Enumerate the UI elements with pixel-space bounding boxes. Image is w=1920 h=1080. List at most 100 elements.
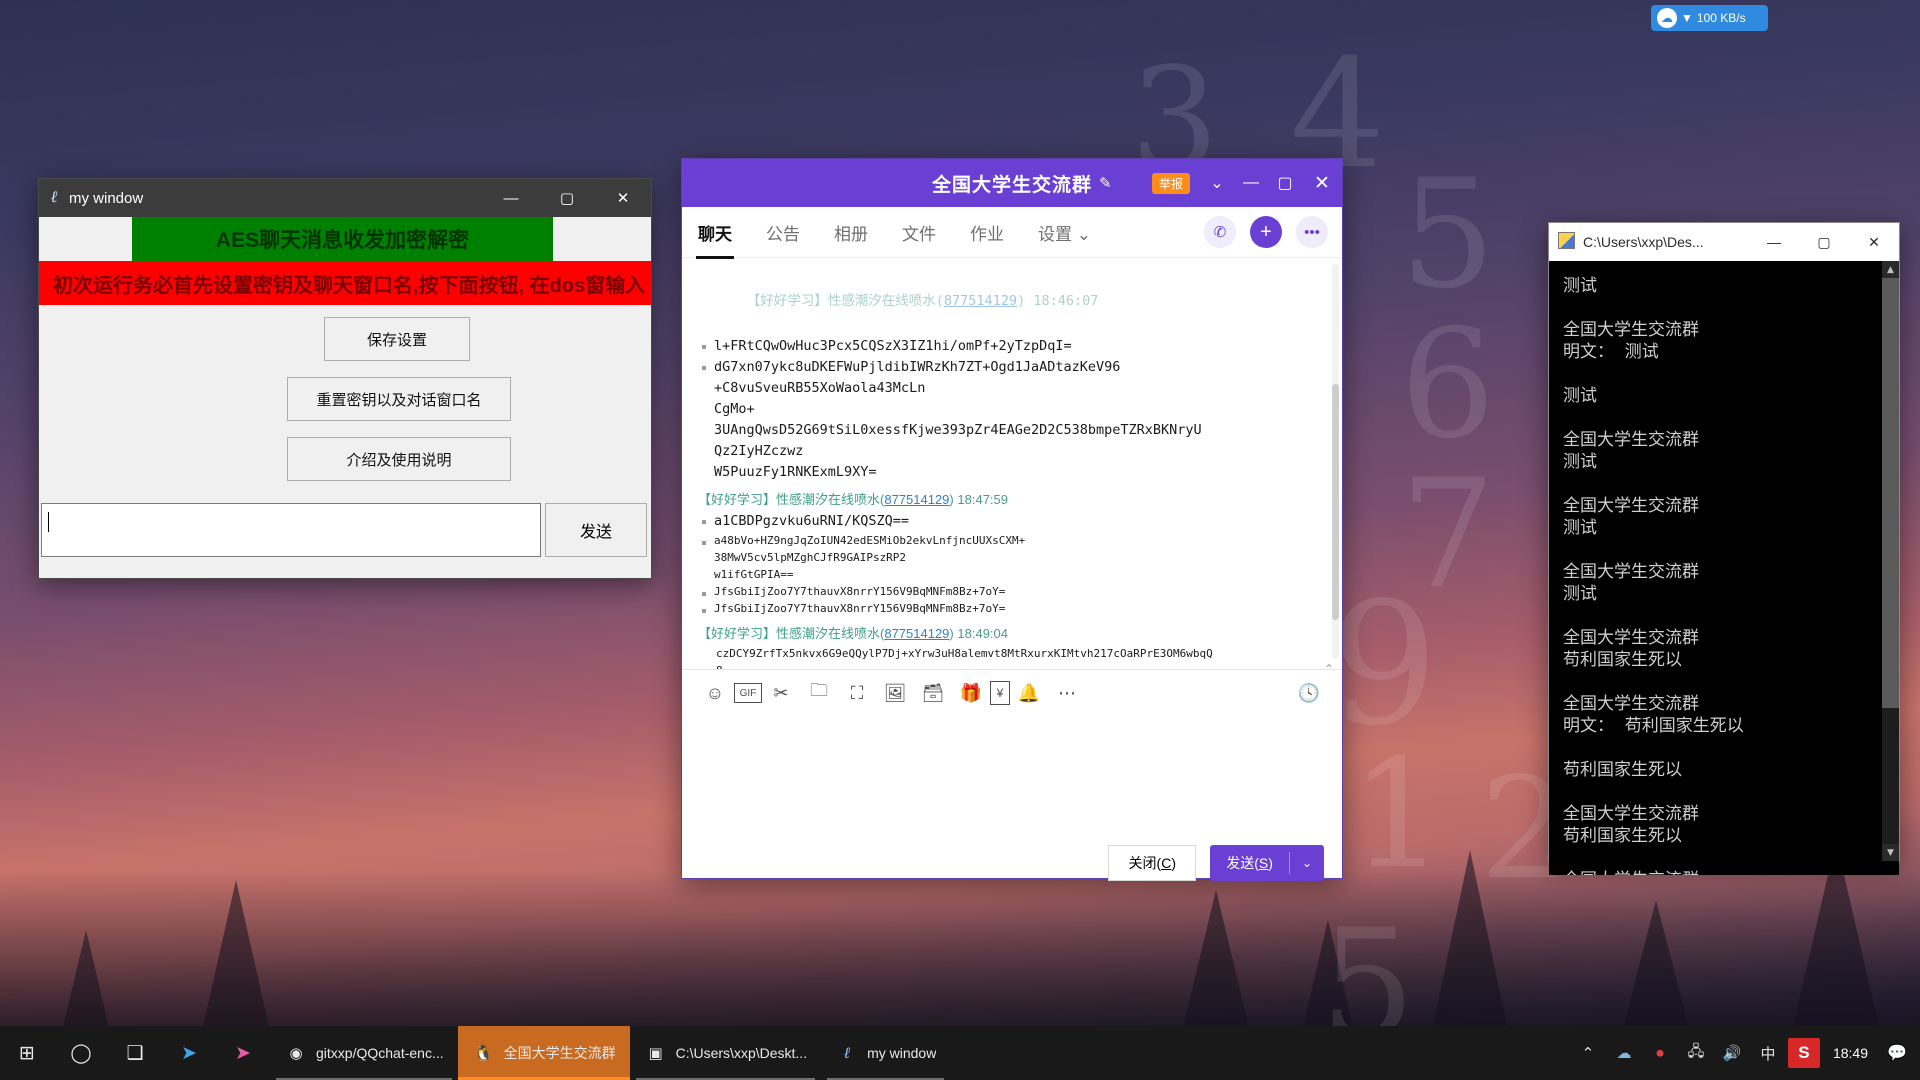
tab-settings[interactable]: 设置 ⌄ xyxy=(1036,210,1093,255)
warning-banner: 初次运行务必首先设置密钥及聊天窗口名,按下面按钮, 在dos窗输入 xyxy=(39,261,651,305)
taskbar-item-label: C:\Users\xxp\Deskt... xyxy=(675,1045,808,1061)
telegram-icon[interactable]: ➤ xyxy=(162,1026,216,1080)
sogou-icon[interactable]: S xyxy=(1787,1026,1821,1080)
close-chat-button[interactable]: 关闭(C) xyxy=(1108,845,1197,881)
tab-homework[interactable]: 作业 xyxy=(968,210,1006,255)
pencil-icon[interactable]: ✎ xyxy=(1099,174,1112,192)
save-settings-button[interactable]: 保存设置 xyxy=(324,317,470,361)
console-window[interactable]: C:\Users\xxp\Des... — ▢ ✕ 测试 全国大学生交流群 明文… xyxy=(1548,222,1900,875)
task-view-icon[interactable]: ❑ xyxy=(108,1026,162,1080)
network-icon[interactable]: 🖧 xyxy=(1679,1026,1713,1080)
qq-splitter[interactable]: ⌃ xyxy=(682,662,1342,676)
console-scrollbar[interactable]: ▲ ▼ xyxy=(1882,261,1899,861)
speed-arrow-icon: ▼ xyxy=(1681,11,1693,25)
console-line: 测试 xyxy=(1563,452,1597,472)
console-line: 苟利国家生死以 xyxy=(1563,826,1682,846)
network-speed-widget[interactable]: ☁ ▼ 100 KB/s xyxy=(1651,5,1768,31)
console-titlebar[interactable]: C:\Users\xxp\Des... — ▢ ✕ xyxy=(1549,223,1899,261)
maximize-button[interactable]: ▢ xyxy=(1799,223,1849,261)
screenshot-icon[interactable]: ⛶ xyxy=(838,674,876,712)
taskbar-item-qq-group[interactable]: 🐧 全国大学生交流群 xyxy=(457,1026,630,1080)
my-window[interactable]: ℓ my window — ▢ ✕ AES聊天消息收发加密解密 初次运行务必首先… xyxy=(38,178,652,579)
maximize-button[interactable]: ▢ xyxy=(1268,159,1302,207)
message-input[interactable] xyxy=(41,503,541,557)
qq-titlebar[interactable]: 全国大学生交流群 ✎ 举报 ⌄ — ▢ ✕ xyxy=(682,159,1342,207)
notification-icon[interactable]: 💬 xyxy=(1880,1026,1914,1080)
wallpaper-tree-4 xyxy=(1620,900,1692,1040)
taskbar-item-label: my window xyxy=(867,1045,937,1061)
console-output[interactable]: 测试 全国大学生交流群 明文： 测试 测试 全国大学生交流群 测试 全国大学生交… xyxy=(1549,261,1899,875)
qq-message-input[interactable] xyxy=(682,716,1342,826)
message-uid: 877514129 xyxy=(884,626,950,641)
gif-icon[interactable]: GIF xyxy=(734,683,762,703)
message-header: 【好好学习】性感潮汐在线喷水(877514129) 18:47:59 xyxy=(698,492,1008,507)
tab-chat[interactable]: 聊天 xyxy=(696,210,734,259)
close-button[interactable]: ✕ xyxy=(595,179,651,217)
send-message-button[interactable]: 发送(S) ⌄ xyxy=(1210,845,1324,881)
folder-icon[interactable]: 🗀 xyxy=(800,674,838,712)
scrollbar-thumb[interactable] xyxy=(1882,278,1899,708)
minimize-button[interactable]: — xyxy=(483,179,539,217)
tab-album[interactable]: 相册 xyxy=(832,210,870,255)
message-line: Qz2IyHZczwz xyxy=(714,443,804,459)
reset-key-button[interactable]: 重置密钥以及对话窗口名 xyxy=(287,377,511,421)
system-tray: ⌃ ☁ ⏺ 🖧 🔊 中 S 18:49 💬 xyxy=(1571,1026,1920,1080)
bell-icon[interactable]: 🔔 xyxy=(1010,674,1048,712)
console-line: 全国大学生交流群 xyxy=(1563,694,1699,714)
scissors-icon[interactable]: ✂ xyxy=(762,674,800,712)
qq-group-chat-window[interactable]: 全国大学生交流群 ✎ 举报 ⌄ — ▢ ✕ 聊天 公告 相册 文件 作业 设置 … xyxy=(681,158,1343,881)
wallpaper-tree-6 xyxy=(60,930,112,1040)
help-button[interactable]: 介绍及使用说明 xyxy=(287,437,511,481)
message-line: W5PuuzFy1RNKExmL9XY= xyxy=(714,464,877,480)
qq-input-toolbar: ☺ GIF ✂ 🗀 ⛶ 🖼 🗃 🎁 ¥ 🔔 ⋯ 🕓 xyxy=(682,670,1342,716)
scroll-up-icon[interactable]: ▲ xyxy=(1882,261,1899,278)
chevron-down-icon[interactable]: ⌄ xyxy=(1200,159,1234,207)
my-window-titlebar[interactable]: ℓ my window — ▢ ✕ xyxy=(39,179,651,217)
clock-time: 18:49 xyxy=(1832,1045,1868,1061)
onedrive-icon[interactable]: ☁ xyxy=(1607,1026,1641,1080)
pinned-app-icon[interactable]: ➤ xyxy=(216,1026,270,1080)
volume-icon[interactable]: 🔊 xyxy=(1715,1026,1749,1080)
message-line: w1ifGtGPIA== xyxy=(714,568,794,581)
close-button[interactable]: ✕ xyxy=(1302,159,1342,207)
message-line: l+FRtCQwOwHuc3Pcx5CQSzX3IZ1hi/omPf+2yTzp… xyxy=(698,336,1332,357)
report-button[interactable]: 举报 xyxy=(1151,172,1190,194)
taskbar-item-chrome[interactable]: ◉ gitxxp/QQchat-enc... xyxy=(270,1026,458,1080)
phone-icon[interactable]: ✆ xyxy=(1204,216,1236,248)
message-scrollbar[interactable] xyxy=(1332,264,1339,659)
more-tools-icon[interactable]: ⋯ xyxy=(1048,674,1086,712)
tab-announcement[interactable]: 公告 xyxy=(764,210,802,255)
minimize-button[interactable]: — xyxy=(1234,159,1268,207)
add-member-icon[interactable]: + xyxy=(1250,216,1282,248)
start-icon[interactable]: ⊞ xyxy=(0,1026,54,1080)
image-icon[interactable]: 🖼 xyxy=(876,674,914,712)
minimize-button[interactable]: — xyxy=(1749,223,1799,261)
message-line: a48bVo+HZ9ngJqZoIUN42edESMiOb2ekvLnfjncU… xyxy=(698,532,1332,549)
send-button[interactable]: 发送 xyxy=(545,503,647,557)
scroll-down-icon[interactable]: ▼ xyxy=(1882,844,1899,861)
qq-message-list[interactable]: 【好好学习】性感潮汐在线喷水(877514129) 18:46:07 l+FRt… xyxy=(682,258,1342,669)
file-transfer-icon[interactable]: 🗃 xyxy=(914,674,952,712)
gift-icon[interactable]: 🎁 xyxy=(952,674,990,712)
emoji-icon[interactable]: ☺ xyxy=(696,674,734,712)
tab-files[interactable]: 文件 xyxy=(900,210,938,255)
scrollbar-thumb[interactable] xyxy=(1332,384,1339,620)
ime-cn-icon[interactable]: 中 xyxy=(1751,1026,1785,1080)
taskbar-item-console[interactable]: ▣ C:\Users\xxp\Deskt... xyxy=(630,1026,821,1080)
close-button[interactable]: ✕ xyxy=(1849,223,1899,261)
more-icon[interactable]: ••• xyxy=(1296,216,1328,248)
history-icon[interactable]: 🕓 xyxy=(1290,674,1328,712)
clock[interactable]: 18:49 xyxy=(1823,1026,1878,1080)
chevron-down-icon[interactable]: ⌄ xyxy=(1290,856,1324,870)
tray-expand-icon[interactable]: ⌃ xyxy=(1571,1026,1605,1080)
wallpaper-number: 6 xyxy=(1400,298,1496,472)
taskbar-item-my-window[interactable]: ℓ my window xyxy=(821,1026,950,1080)
maximize-button[interactable]: ▢ xyxy=(539,179,595,217)
message-sender: 【好好学习】性感潮汐在线喷水( xyxy=(698,626,885,641)
cortana-icon[interactable]: ◯ xyxy=(54,1026,108,1080)
red-packet-icon[interactable]: ¥ xyxy=(990,681,1010,705)
collapse-icon[interactable]: ⌃ xyxy=(1324,662,1334,676)
recording-icon[interactable]: ⏺ xyxy=(1643,1026,1677,1080)
taskbar-item-label: 全国大学生交流群 xyxy=(503,1045,616,1061)
